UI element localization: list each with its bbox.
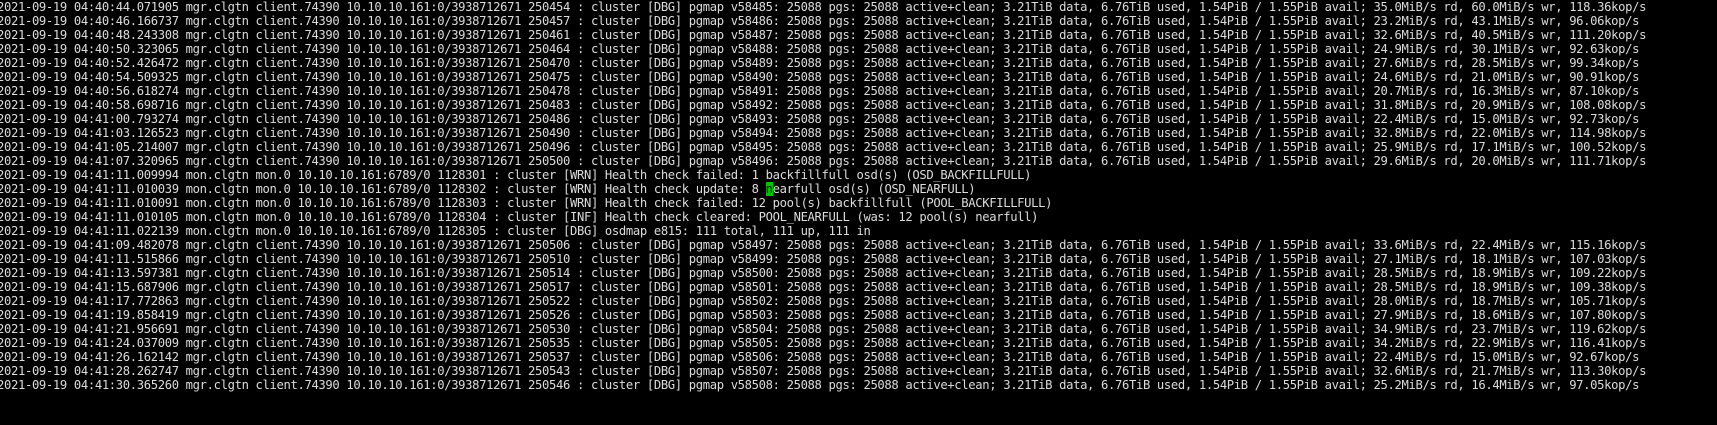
log-line: 2021-09-19 04:41:30.365260 mgr.clgtn cli… xyxy=(0,378,1640,392)
log-line: 2021-09-19 04:41:15.687906 mgr.clgtn cli… xyxy=(0,280,1647,294)
log-line: 2021-09-19 04:40:58.698716 mgr.clgtn cli… xyxy=(0,98,1647,112)
log-line: 2021-09-19 04:41:28.262747 mgr.clgtn cli… xyxy=(0,364,1647,378)
log-line: 2021-09-19 04:40:46.166737 mgr.clgtn cli… xyxy=(0,14,1640,28)
log-line: 2021-09-19 04:41:03.126523 mgr.clgtn cli… xyxy=(0,126,1647,140)
log-line: 2021-09-19 04:41:05.214007 mgr.clgtn cli… xyxy=(0,140,1647,154)
terminal-output[interactable]: 2021-09-19 04:40:44.071905 mgr.clgtn cli… xyxy=(0,0,1717,425)
log-line: 2021-09-19 04:41:11.515866 mgr.clgtn cli… xyxy=(0,252,1647,266)
health-warning-line: 2021-09-19 04:41:11.009994 mon.clgtn mon… xyxy=(0,168,1032,182)
log-line: 2021-09-19 04:41:21.956691 mgr.clgtn cli… xyxy=(0,322,1647,336)
log-line: 2021-09-19 04:41:13.597381 mgr.clgtn cli… xyxy=(0,266,1647,280)
log-line: 2021-09-19 04:40:48.243308 mgr.clgtn cli… xyxy=(0,28,1647,42)
log-line: 2021-09-19 04:41:26.162142 mgr.clgtn cli… xyxy=(0,350,1640,364)
log-line: 2021-09-19 04:40:50.323065 mgr.clgtn cli… xyxy=(0,42,1640,56)
log-line: 2021-09-19 04:40:56.618274 mgr.clgtn cli… xyxy=(0,84,1640,98)
text-cursor: n xyxy=(765,182,773,196)
log-line: 2021-09-19 04:41:17.772863 mgr.clgtn cli… xyxy=(0,294,1647,308)
health-warning-line: 2021-09-19 04:41:11.010091 mon.clgtn mon… xyxy=(0,196,1053,210)
log-line: 2021-09-19 04:41:19.858419 mgr.clgtn cli… xyxy=(0,308,1647,322)
health-info-line: 2021-09-19 04:41:11.010105 mon.clgtn mon… xyxy=(0,210,1039,224)
health-warning-line-with-cursor: 2021-09-19 04:41:11.010039 mon.clgtn mon… xyxy=(0,182,976,196)
osdmap-line: 2021-09-19 04:41:11.022139 mon.clgtn mon… xyxy=(0,224,871,238)
log-line: 2021-09-19 04:41:00.793274 mgr.clgtn cli… xyxy=(0,112,1640,126)
log-line: 2021-09-19 04:41:09.482078 mgr.clgtn cli… xyxy=(0,238,1647,252)
log-line: 2021-09-19 04:40:54.509325 mgr.clgtn cli… xyxy=(0,70,1640,84)
log-line: 2021-09-19 04:40:44.071905 mgr.clgtn cli… xyxy=(0,0,1647,14)
log-line: 2021-09-19 04:40:52.426472 mgr.clgtn cli… xyxy=(0,56,1640,70)
log-line: 2021-09-19 04:41:07.320965 mgr.clgtn cli… xyxy=(0,154,1647,168)
log-line: 2021-09-19 04:41:24.037009 mgr.clgtn cli… xyxy=(0,336,1647,350)
